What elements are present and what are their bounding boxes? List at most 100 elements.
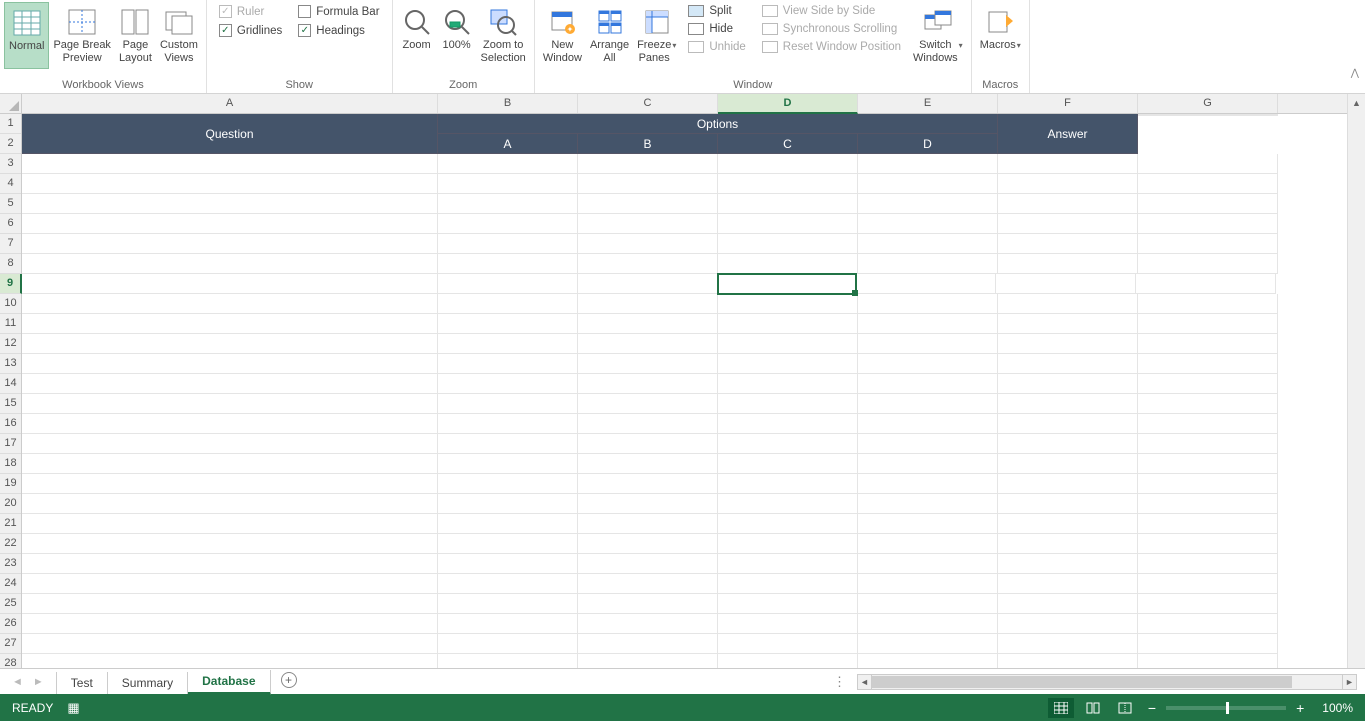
cell[interactable]: [858, 534, 998, 554]
cell[interactable]: [578, 334, 718, 354]
cell[interactable]: [22, 154, 438, 174]
cell[interactable]: [718, 614, 858, 634]
cell[interactable]: [1138, 214, 1278, 234]
column-header-C[interactable]: C: [578, 94, 718, 113]
cell[interactable]: [438, 634, 578, 654]
cell[interactable]: [22, 654, 438, 668]
row-header-7[interactable]: 7: [0, 234, 21, 254]
switch-windows-button[interactable]: Switch Windows▾: [909, 2, 967, 67]
zoom-level[interactable]: 100%: [1322, 701, 1353, 715]
header-option-A[interactable]: A: [438, 134, 578, 154]
cell[interactable]: [578, 574, 718, 594]
tab-nav-prev[interactable]: ◄: [12, 676, 23, 688]
cell[interactable]: [1138, 314, 1278, 334]
cell[interactable]: [22, 234, 438, 254]
cell[interactable]: [1138, 534, 1278, 554]
cell[interactable]: [1138, 334, 1278, 354]
tab-scroll-handle[interactable]: ⋮: [833, 674, 847, 690]
cell[interactable]: [22, 314, 438, 334]
cell[interactable]: [578, 274, 718, 294]
zoom-to-selection-button[interactable]: Zoom to Selection: [477, 2, 530, 67]
row-header-19[interactable]: 19: [0, 474, 21, 494]
row-header-5[interactable]: 5: [0, 194, 21, 214]
cell[interactable]: [578, 214, 718, 234]
cell[interactable]: [578, 414, 718, 434]
arrange-all-button[interactable]: Arrange All: [586, 2, 633, 67]
cell[interactable]: [858, 314, 998, 334]
macros-button[interactable]: Macros▾: [976, 2, 1025, 67]
cell[interactable]: [1138, 414, 1278, 434]
cell[interactable]: [578, 234, 718, 254]
add-sheet-button[interactable]: +: [271, 669, 307, 694]
cell[interactable]: [578, 514, 718, 534]
cell[interactable]: [998, 294, 1138, 314]
header-answer[interactable]: Answer: [998, 114, 1138, 154]
row-header-22[interactable]: 22: [0, 534, 21, 554]
scroll-up-icon[interactable]: ▲: [1348, 94, 1365, 112]
cell[interactable]: [578, 534, 718, 554]
cell[interactable]: [1138, 234, 1278, 254]
cell[interactable]: [856, 274, 996, 294]
cell[interactable]: [998, 454, 1138, 474]
cell[interactable]: [22, 634, 438, 654]
cell[interactable]: [438, 234, 578, 254]
tab-nav-next[interactable]: ►: [33, 676, 44, 688]
cell[interactable]: [718, 254, 858, 274]
cell[interactable]: [438, 434, 578, 454]
cell[interactable]: [1138, 514, 1278, 534]
cell[interactable]: [1138, 634, 1278, 654]
cell[interactable]: [22, 274, 438, 294]
active-cell[interactable]: [717, 273, 857, 295]
cell[interactable]: [858, 354, 998, 374]
cell[interactable]: [578, 454, 718, 474]
hide-button[interactable]: Hide: [686, 22, 747, 36]
cell[interactable]: [718, 314, 858, 334]
row-header-15[interactable]: 15: [0, 394, 21, 414]
cell[interactable]: [858, 254, 998, 274]
cell[interactable]: [1138, 294, 1278, 314]
cell[interactable]: [858, 234, 998, 254]
cell[interactable]: [22, 174, 438, 194]
cell[interactable]: [578, 554, 718, 574]
cell[interactable]: [998, 394, 1138, 414]
scroll-thumb[interactable]: [872, 676, 1292, 688]
cell[interactable]: [858, 194, 998, 214]
cell[interactable]: [998, 534, 1138, 554]
cell[interactable]: [578, 474, 718, 494]
row-header-17[interactable]: 17: [0, 434, 21, 454]
header-option-D[interactable]: D: [858, 134, 998, 154]
cell[interactable]: [718, 534, 858, 554]
cell[interactable]: [22, 474, 438, 494]
cell[interactable]: [22, 574, 438, 594]
cell[interactable]: [1138, 474, 1278, 494]
cell[interactable]: [718, 334, 858, 354]
cell[interactable]: [858, 554, 998, 574]
view-page-break-button[interactable]: [1112, 698, 1138, 718]
cell[interactable]: [22, 414, 438, 434]
cell[interactable]: [858, 174, 998, 194]
view-page-layout-button[interactable]: [1080, 698, 1106, 718]
row-header-23[interactable]: 23: [0, 554, 21, 574]
cell[interactable]: [1136, 274, 1276, 294]
column-header-B[interactable]: B: [438, 94, 578, 113]
row-header-18[interactable]: 18: [0, 454, 21, 474]
scroll-right-icon[interactable]: ►: [1342, 675, 1356, 689]
cell[interactable]: [1138, 494, 1278, 514]
cell[interactable]: [718, 234, 858, 254]
vertical-scrollbar[interactable]: ▲: [1347, 94, 1365, 668]
cell[interactable]: [998, 374, 1138, 394]
gridlines-checkbox[interactable]: ✓Gridlines: [217, 23, 284, 38]
cell[interactable]: [578, 194, 718, 214]
cell[interactable]: [578, 354, 718, 374]
zoom-out-button[interactable]: −: [1144, 700, 1160, 716]
cell[interactable]: [1138, 654, 1278, 668]
split-button[interactable]: Split: [686, 4, 747, 18]
cell[interactable]: [438, 494, 578, 514]
cell[interactable]: [438, 334, 578, 354]
cell[interactable]: [998, 614, 1138, 634]
cell[interactable]: [438, 574, 578, 594]
cell[interactable]: [22, 614, 438, 634]
cell[interactable]: [578, 654, 718, 668]
cell[interactable]: [718, 394, 858, 414]
row-header-12[interactable]: 12: [0, 334, 21, 354]
